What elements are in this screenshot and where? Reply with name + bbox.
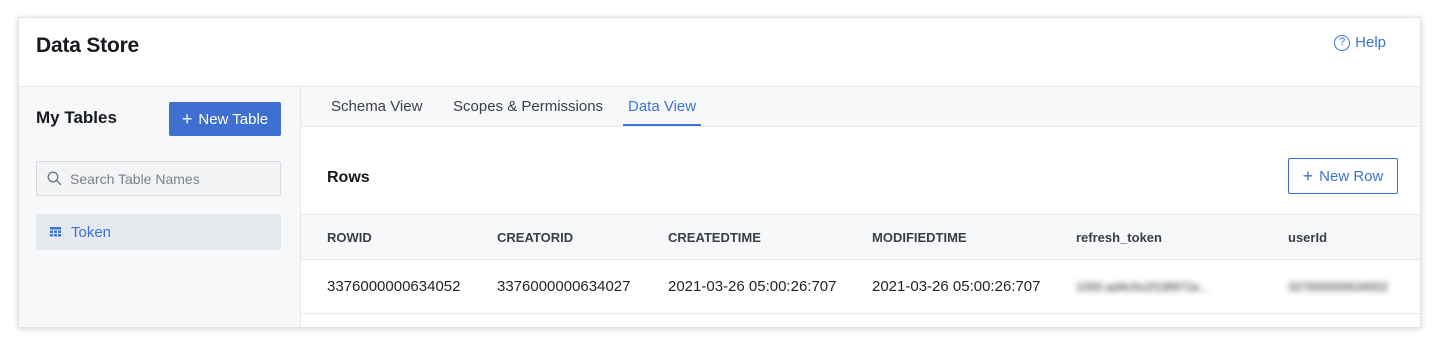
column-header-refresh-token[interactable]: refresh_token: [1076, 230, 1162, 245]
plus-icon: +: [1302, 166, 1314, 186]
help-link[interactable]: ? Help: [1334, 34, 1386, 51]
new-table-button[interactable]: + New Table: [169, 102, 281, 136]
sidebar-title: My Tables: [36, 108, 117, 127]
question-circle-icon: ?: [1334, 34, 1351, 51]
view-tabs: Schema View Scopes & Permissions Data Vi…: [301, 87, 1420, 127]
cell-creatorid: 3376000000634027: [497, 278, 631, 295]
cell-modifiedtime: 2021-03-26 05:00:26:707: [872, 278, 1041, 295]
table-header-row: ROWID CREATORID CREATEDTIME MODIFIEDTIME…: [301, 214, 1420, 260]
help-label: Help: [1355, 34, 1386, 51]
table-search-box: [36, 161, 281, 196]
data-store-window: Data Store ? Help My Tables + New Table: [18, 17, 1421, 328]
column-header-modifiedtime[interactable]: MODIFIEDTIME: [872, 230, 967, 245]
sidebar-item-token[interactable]: Token: [36, 214, 281, 250]
sidebar-item-label: Token: [71, 223, 112, 241]
tab-schema-view[interactable]: Schema View: [331, 98, 422, 115]
table-row[interactable]: 3376000000634052 3376000000634027 2021-0…: [301, 260, 1420, 314]
tab-scopes-permissions[interactable]: Scopes & Permissions: [453, 98, 603, 115]
cell-userid: 337600000634002: [1288, 280, 1389, 294]
column-header-creatorid[interactable]: CREATORID: [497, 230, 573, 245]
top-header: Data Store ? Help: [19, 18, 1420, 87]
new-row-label: New Row: [1319, 167, 1384, 185]
new-table-label: New Table: [198, 110, 269, 128]
plus-icon: +: [181, 109, 193, 129]
main-panel: Schema View Scopes & Permissions Data Vi…: [301, 87, 1420, 327]
column-header-createdtime[interactable]: CREATEDTIME: [668, 230, 761, 245]
new-row-button[interactable]: + New Row: [1288, 158, 1398, 194]
cell-rowid: 3376000000634052: [327, 278, 461, 295]
tables-sidebar: My Tables + New Table Token: [19, 87, 301, 327]
page-title: Data Store: [36, 34, 140, 57]
table-grid-icon: [50, 227, 61, 237]
cell-createdtime: 2021-03-26 05:00:26:707: [668, 278, 837, 295]
search-icon: [47, 171, 62, 186]
rows-title: Rows: [327, 169, 370, 186]
tab-data-view[interactable]: Data View: [628, 98, 696, 115]
column-header-userid[interactable]: userId: [1288, 230, 1327, 245]
active-tab-indicator: [623, 124, 701, 126]
column-header-rowid[interactable]: ROWID: [327, 230, 372, 245]
search-input[interactable]: [70, 170, 270, 187]
cell-refresh-token: 1000.ad4c5e2f18f972a...: [1076, 280, 1209, 294]
